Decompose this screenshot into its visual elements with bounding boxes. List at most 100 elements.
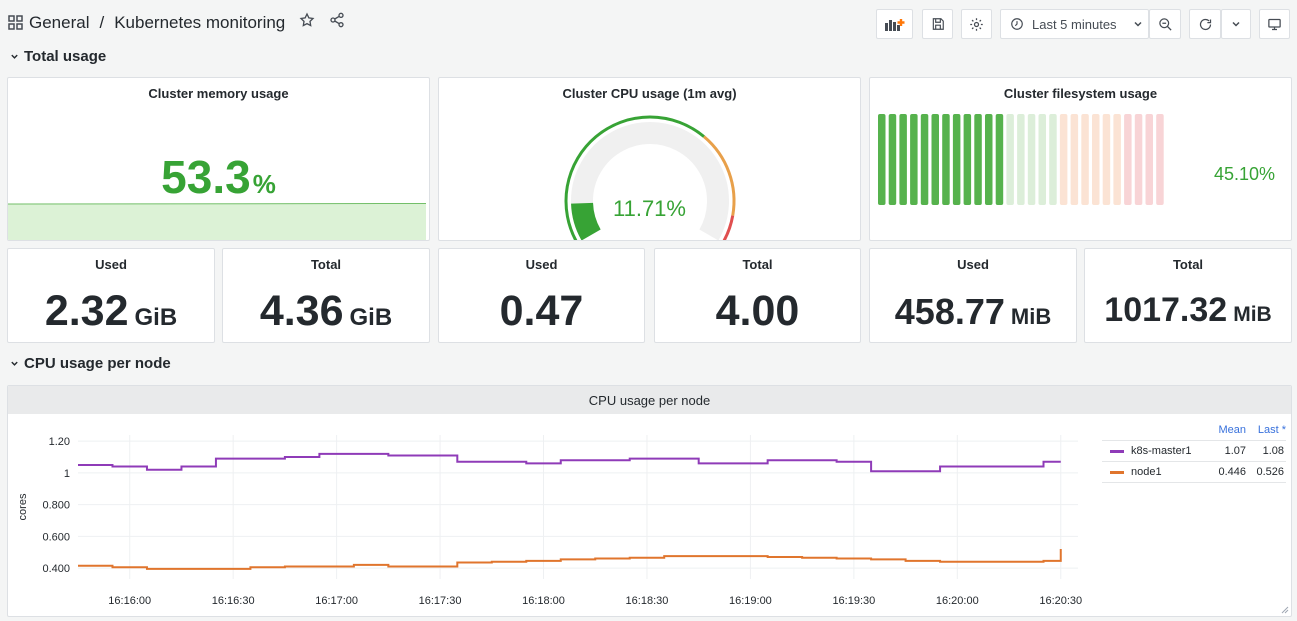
gear-icon bbox=[970, 17, 983, 31]
x-tick-label: 16:18:30 bbox=[626, 595, 669, 607]
zoom-out-icon bbox=[1158, 17, 1172, 31]
cluster-filesystem-panel[interactable]: Cluster filesystem usage 45.10% bbox=[869, 77, 1292, 241]
stat-unit: GiB bbox=[134, 304, 178, 331]
bar-cell-empty bbox=[1102, 114, 1111, 205]
memory-stat-value: 53.3% bbox=[8, 150, 429, 204]
x-tick-label: 16:16:30 bbox=[212, 595, 255, 607]
dashboard-title[interactable]: Kubernetes monitoring bbox=[114, 13, 285, 33]
star-icon[interactable] bbox=[299, 12, 315, 33]
save-dashboard-button[interactable] bbox=[922, 9, 953, 39]
series-color-swatch bbox=[1110, 470, 1124, 474]
view-mode-button[interactable] bbox=[1259, 9, 1290, 39]
stat-unit: GiB bbox=[349, 304, 393, 331]
y-tick-label: 1 bbox=[64, 468, 70, 480]
bar-cell-empty bbox=[1134, 114, 1143, 205]
legend-mean-header[interactable]: Mean bbox=[1206, 424, 1246, 440]
memory-used-panel[interactable]: Used 2.32 GiB bbox=[7, 248, 215, 343]
legend-last-header[interactable]: Last * bbox=[1246, 424, 1286, 440]
filesystem-used-panel[interactable]: Used 458.77 MiB bbox=[869, 248, 1077, 343]
time-range-picker[interactable]: Last 5 minutes bbox=[1000, 9, 1149, 39]
cpu-total-panel[interactable]: Total 4.00 bbox=[654, 248, 861, 343]
panel-title: Used bbox=[957, 257, 989, 272]
bar-cell-empty bbox=[1059, 114, 1068, 205]
stat-unit: % bbox=[252, 169, 276, 199]
bar-cell-empty bbox=[1156, 114, 1164, 205]
bar-cell-filled bbox=[878, 114, 886, 205]
row-total-usage[interactable]: Total usage bbox=[10, 48, 106, 65]
bar-cell-filled bbox=[888, 114, 897, 205]
bar-cell-empty bbox=[1038, 114, 1046, 205]
legend-mean-value: 0.446 bbox=[1218, 466, 1246, 478]
bar-cell-filled bbox=[931, 114, 939, 205]
cpu-line-chart: 0.400 0.600 0.800 1 1.20 16:16:00 16:16:30 16:1… bbox=[17, 435, 1082, 607]
stat-unit: MiB bbox=[1010, 304, 1052, 329]
zoom-out-button[interactable] bbox=[1149, 9, 1181, 39]
bar-cell-filled bbox=[920, 114, 929, 205]
legend-series-name: node1 bbox=[1131, 466, 1162, 478]
cpu-used-panel[interactable]: Used 0.47 bbox=[438, 248, 645, 343]
stat-number: 4.00 bbox=[715, 287, 800, 335]
breadcrumb: General / Kubernetes monitoring bbox=[8, 12, 345, 33]
stat-value: 4.00 bbox=[655, 287, 860, 336]
legend-series-name: k8s-master1 bbox=[1131, 445, 1192, 457]
bar-cell-empty bbox=[1049, 114, 1057, 205]
dashboard-settings-button[interactable] bbox=[961, 9, 992, 39]
bar-cell-empty bbox=[1113, 114, 1121, 205]
bar-cell-filled bbox=[942, 114, 950, 205]
filesystem-total-panel[interactable]: Total 1017.32 MiB bbox=[1084, 248, 1292, 343]
bar-cell-empty bbox=[1027, 114, 1036, 205]
legend-item[interactable]: node1 0.446 0.526 bbox=[1102, 462, 1286, 483]
stat-number: 53.3 bbox=[161, 151, 251, 203]
stat-number: 458.77 bbox=[894, 291, 1005, 332]
bar-cell-filled bbox=[963, 114, 972, 205]
resize-handle-icon[interactable] bbox=[1281, 606, 1289, 614]
bar-cell-empty bbox=[1145, 114, 1153, 205]
dashboards-grid-icon[interactable] bbox=[8, 15, 23, 30]
legend-header: Mean Last * bbox=[1102, 424, 1286, 441]
x-tick-label: 16:18:00 bbox=[522, 595, 565, 607]
time-range-label: Last 5 minutes bbox=[1032, 16, 1117, 32]
graph-legend: Mean Last * k8s-master1 1.07 1.08 node1 … bbox=[1102, 424, 1286, 483]
bar-cell-empty bbox=[1070, 114, 1079, 205]
bar-cell-empty bbox=[1017, 114, 1025, 205]
chevron-down-icon bbox=[11, 361, 18, 366]
legend-item[interactable]: k8s-master1 1.07 1.08 bbox=[1102, 441, 1286, 462]
refresh-interval-dropdown[interactable] bbox=[1221, 9, 1251, 39]
stat-number: 2.32 bbox=[44, 287, 129, 335]
panel-title: Total bbox=[1172, 257, 1204, 272]
cpu-gauge-value: 11.71% bbox=[613, 196, 686, 221]
stat-unit: MiB bbox=[1233, 303, 1272, 326]
bar-cell-filled bbox=[952, 114, 961, 205]
legend-mean-value: 1.07 bbox=[1224, 445, 1246, 457]
refresh-icon bbox=[1199, 18, 1211, 30]
legend-last-value: 0.526 bbox=[1256, 466, 1284, 478]
row-title: CPU usage per node bbox=[24, 355, 171, 372]
refresh-button[interactable] bbox=[1189, 9, 1221, 39]
x-tick-label: 16:17:30 bbox=[419, 595, 462, 607]
bar-cell-filled bbox=[985, 114, 993, 205]
add-panel-button[interactable] bbox=[876, 9, 913, 39]
y-tick-label: 0.800 bbox=[42, 500, 70, 512]
folder-link[interactable]: General bbox=[29, 13, 89, 33]
series-color-swatch bbox=[1110, 449, 1124, 453]
cpu-per-node-graph-panel[interactable]: CPU usage per node 0.400 0.600 0.800 1 1.20 1… bbox=[7, 385, 1292, 617]
panel-title: Used bbox=[95, 257, 127, 272]
share-icon[interactable] bbox=[329, 12, 345, 33]
series-line bbox=[78, 452, 1061, 473]
bar-cell-filled bbox=[974, 114, 982, 205]
breadcrumb-separator: / bbox=[99, 12, 105, 32]
chevron-down-icon bbox=[11, 54, 18, 59]
cluster-memory-panel[interactable]: Cluster memory usage 53.3% bbox=[7, 77, 430, 241]
monitor-icon bbox=[1268, 18, 1281, 30]
memory-total-panel[interactable]: Total 4.36 GiB bbox=[222, 248, 430, 343]
bar-cell-filled bbox=[899, 114, 907, 205]
bar-cell-filled bbox=[995, 114, 1004, 205]
bar-cell-empty bbox=[1124, 114, 1132, 205]
stat-number: 1017.32 bbox=[1104, 291, 1228, 329]
chevron-down-icon bbox=[1134, 21, 1142, 27]
row-cpu-usage-per-node[interactable]: CPU usage per node bbox=[10, 355, 171, 372]
cluster-cpu-panel[interactable]: Cluster CPU usage (1m avg) 11.71% bbox=[438, 77, 861, 241]
y-axis-label: cores bbox=[17, 493, 29, 520]
y-tick-label: 0.400 bbox=[42, 563, 70, 575]
x-tick-label: 16:20:30 bbox=[1039, 595, 1082, 607]
